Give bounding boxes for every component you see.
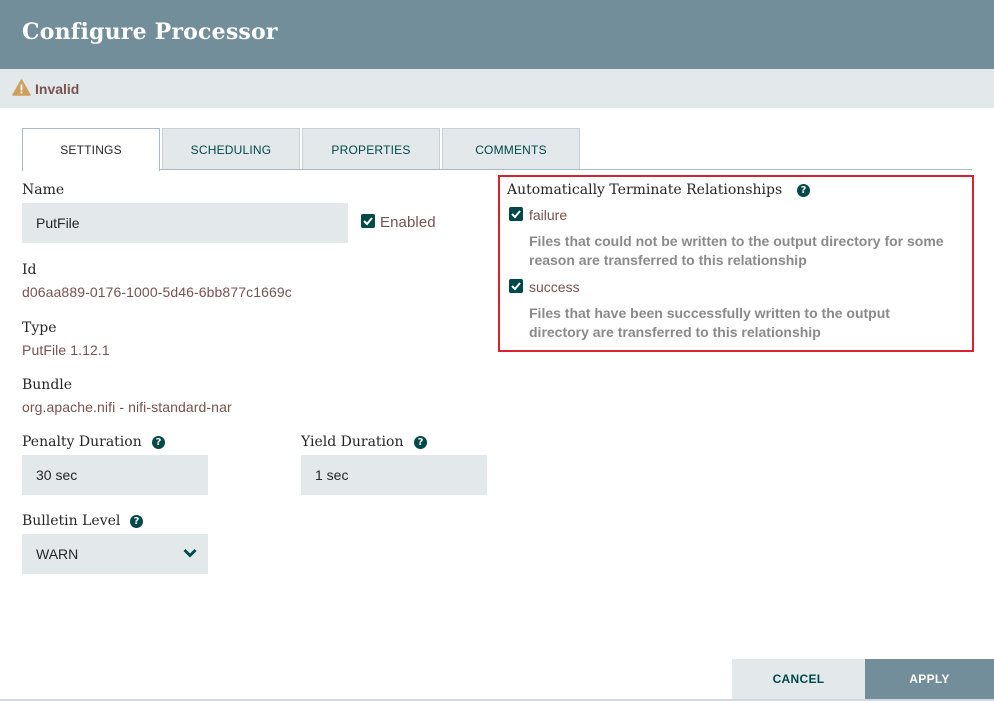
penalty-duration-label: Penalty Duration	[22, 434, 142, 450]
failure-relationship-name: failure	[529, 207, 568, 223]
success-checkbox[interactable]	[509, 279, 523, 293]
enabled-label: Enabled	[380, 214, 436, 231]
validation-status-text: Invalid	[35, 81, 80, 97]
failure-relationship-description: Files that could not be written to the o…	[529, 233, 944, 268]
name-input[interactable]: PutFile	[22, 203, 348, 243]
failure-checkbox[interactable]	[509, 207, 523, 221]
enabled-checkbox[interactable]	[361, 214, 375, 228]
auto-terminate-title: Automatically Terminate Relationships	[507, 182, 783, 198]
type-value: PutFile 1.12.1	[22, 342, 110, 358]
tab-settings[interactable]: SETTINGS	[22, 128, 160, 171]
yield-duration-input[interactable]: 1 sec	[301, 455, 487, 495]
bundle-label: Bundle	[22, 377, 73, 393]
yield-duration-label: Yield Duration	[301, 434, 404, 450]
warning-icon	[12, 79, 31, 96]
tab-comments[interactable]: COMMENTS	[442, 128, 580, 170]
yield-help-icon[interactable]: ?	[414, 436, 427, 449]
tab-properties[interactable]: PROPERTIES	[302, 128, 440, 170]
penalty-help-icon[interactable]: ?	[152, 436, 165, 449]
name-label: Name	[22, 182, 65, 198]
check-icon	[511, 210, 521, 219]
tab-divider	[159, 169, 972, 170]
id-label: Id	[22, 262, 37, 278]
id-value: d06aa889-0176-1000-5d46-6bb877c1669c	[22, 284, 292, 300]
check-icon	[363, 217, 373, 226]
dialog-title: Configure Processor	[22, 19, 278, 45]
tab-scheduling[interactable]: SCHEDULING	[162, 128, 300, 170]
dialog-header: Configure Processor	[0, 0, 994, 69]
auto-terminate-help-icon[interactable]: ?	[797, 184, 810, 197]
success-relationship-description: Files that have been successfully writte…	[529, 305, 890, 340]
check-icon	[511, 282, 521, 291]
bundle-value: org.apache.nifi - nifi-standard-nar	[22, 399, 232, 415]
penalty-duration-input[interactable]: 30 sec	[22, 455, 208, 495]
chevron-down-icon[interactable]	[183, 548, 197, 558]
bulletin-help-icon[interactable]: ?	[130, 515, 143, 528]
bulletin-level-select[interactable]: WARN	[22, 534, 208, 574]
apply-button[interactable]: APPLY	[865, 659, 994, 699]
bulletin-level-label: Bulletin Level	[22, 513, 121, 529]
cancel-button[interactable]: CANCEL	[732, 659, 865, 699]
validation-status-bar	[0, 69, 994, 108]
type-label: Type	[22, 320, 57, 336]
success-relationship-name: success	[529, 279, 580, 295]
